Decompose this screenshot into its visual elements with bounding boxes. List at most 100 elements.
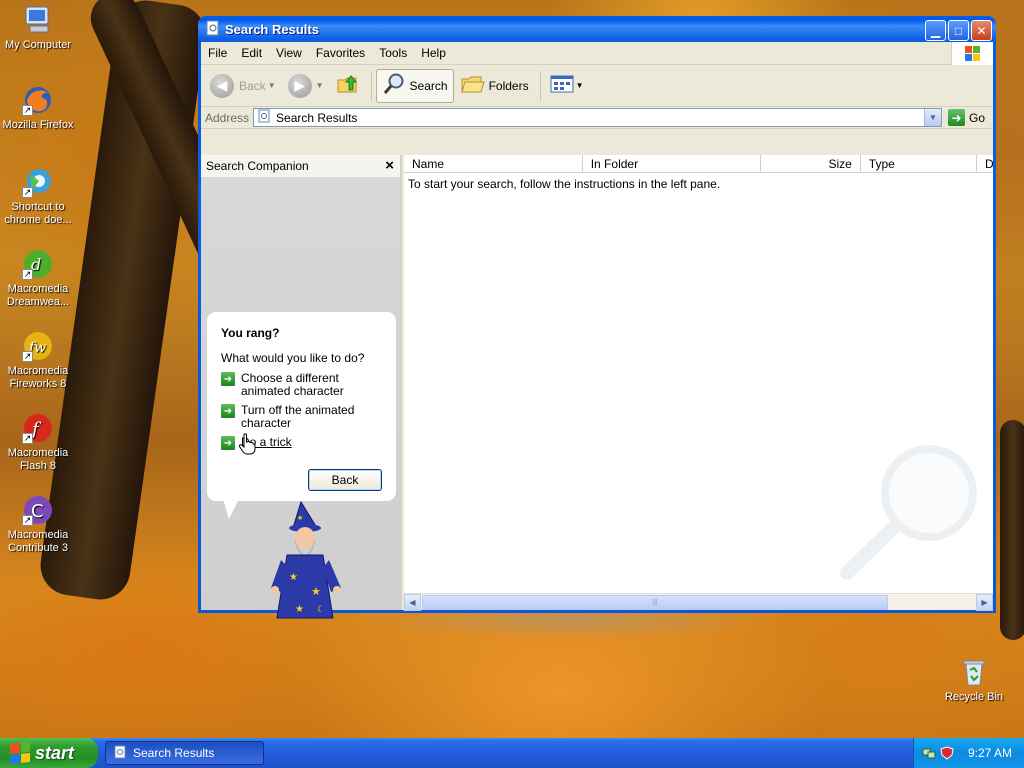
desktop-icon-label: Macromedia Fireworks 8 bbox=[7, 365, 69, 390]
balloon-back-button[interactable]: Back bbox=[308, 469, 382, 491]
chevron-down-icon[interactable]: ▼ bbox=[316, 81, 324, 90]
address-label: Address bbox=[205, 110, 250, 125]
desktop-icon-label: Macromedia Flash 8 bbox=[7, 447, 69, 472]
desktop-icon-chrome-shortcut[interactable]: ↗ Shortcut to chrome doe... bbox=[0, 166, 76, 227]
assistant-balloon: You rang? What would you like to do? ➜ C… bbox=[207, 312, 396, 519]
toolbar-separator bbox=[370, 70, 372, 101]
tree-trunk-right bbox=[1000, 420, 1024, 640]
shortcut-arrow-icon: ↗ bbox=[22, 187, 33, 198]
companion-title: Search Companion bbox=[206, 159, 309, 173]
menu-help[interactable]: Help bbox=[414, 46, 453, 60]
close-icon[interactable]: × bbox=[385, 157, 394, 174]
desktop-icon-flash[interactable]: f ↗ Macromedia Flash 8 bbox=[0, 412, 76, 473]
menu-file[interactable]: File bbox=[201, 46, 234, 60]
option-change-character[interactable]: ➜ Choose a different animated character bbox=[221, 372, 386, 398]
horizontal-scrollbar[interactable]: ◀ ||| ▶ bbox=[404, 593, 993, 611]
desktop-icon-recycle-bin[interactable]: Recycle Bin bbox=[936, 656, 1012, 704]
close-button[interactable]: ✕ bbox=[971, 20, 992, 41]
views-button[interactable]: ▼ bbox=[545, 69, 589, 103]
title-bar[interactable]: Search Results ▁ □ ✕ bbox=[201, 16, 993, 42]
search-icon bbox=[382, 72, 406, 99]
back-button[interactable]: ◀ Back ▼ bbox=[205, 69, 281, 103]
up-folder-button[interactable] bbox=[331, 69, 365, 103]
column-type[interactable]: Type bbox=[861, 155, 977, 173]
maximize-button[interactable]: □ bbox=[948, 20, 969, 41]
windows-flag-icon bbox=[10, 741, 30, 765]
taskbar-item-label: Search Results bbox=[133, 746, 215, 760]
column-in-folder[interactable]: In Folder bbox=[583, 155, 762, 173]
column-size[interactable]: Size bbox=[761, 155, 861, 173]
menu-tools[interactable]: Tools bbox=[372, 46, 414, 60]
folders-icon bbox=[460, 73, 485, 98]
address-value: Search Results bbox=[276, 110, 358, 125]
option-label[interactable]: Choose a different animated character bbox=[241, 372, 386, 398]
wizard-character[interactable]: ★ ★ ★ ☾ ★ bbox=[267, 500, 347, 625]
column-date[interactable]: D bbox=[977, 155, 993, 173]
desktop-icon-label: My Computer bbox=[4, 39, 72, 51]
scroll-thumb[interactable]: ||| bbox=[422, 595, 888, 610]
desktop-icon-label: Mozilla Firefox bbox=[2, 119, 74, 131]
content-area: Search Companion × You rang? What would … bbox=[201, 155, 993, 619]
folders-label: Folders bbox=[488, 78, 529, 93]
column-headers: Name In Folder Size Type D bbox=[404, 155, 993, 173]
magnifier-watermark-icon bbox=[837, 438, 987, 588]
column-name[interactable]: Name bbox=[404, 155, 583, 173]
chevron-down-icon[interactable]: ▼ bbox=[923, 109, 941, 126]
taskbar: start Search Results 9:27 AM bbox=[0, 738, 1024, 768]
firefox-icon: ↗ bbox=[22, 84, 54, 116]
shortcut-arrow-icon: ↗ bbox=[22, 351, 33, 362]
flash-icon: f ↗ bbox=[22, 412, 54, 444]
window-client: File Edit View Favorites Tools Help ◀ Ba… bbox=[201, 42, 993, 619]
scroll-right-icon[interactable]: ▶ bbox=[976, 594, 993, 611]
menu-favorites[interactable]: Favorites bbox=[309, 46, 372, 60]
desktop-icon-my-computer[interactable]: My Computer bbox=[0, 4, 76, 52]
recycle-bin-icon bbox=[958, 656, 990, 688]
minimize-button[interactable]: ▁ bbox=[925, 20, 946, 41]
chevron-down-icon[interactable]: ▼ bbox=[576, 81, 584, 90]
option-label[interactable]: Turn off the animated character bbox=[241, 404, 386, 430]
menu-edit[interactable]: Edit bbox=[234, 46, 269, 60]
desktop-icon-dreamweaver[interactable]: d ↗ Macromedia Dreamwea... bbox=[0, 248, 76, 309]
fireworks-icon: fw ↗ bbox=[22, 330, 54, 362]
svg-text:★: ★ bbox=[295, 604, 304, 615]
forward-arrow-icon: ▶ bbox=[287, 73, 312, 98]
desktop-icon-contribute[interactable]: C ↗ Macromedia Contribute 3 bbox=[0, 494, 76, 555]
scroll-left-icon[interactable]: ◀ bbox=[404, 594, 421, 611]
shortcut-arrow-icon: ↗ bbox=[22, 105, 33, 116]
search-companion-pane: Search Companion × You rang? What would … bbox=[201, 155, 402, 619]
desktop-icon-label: Macromedia Dreamwea... bbox=[6, 283, 70, 308]
chrome-doc-icon: ↗ bbox=[22, 166, 54, 198]
go-button[interactable]: ➜ Go bbox=[942, 109, 993, 126]
svg-text:★: ★ bbox=[311, 586, 321, 598]
computer-icon bbox=[22, 4, 54, 36]
results-pane: Name In Folder Size Type D To start your… bbox=[404, 155, 993, 611]
shortcut-arrow-icon: ↗ bbox=[22, 433, 33, 444]
svg-text:★: ★ bbox=[289, 572, 298, 583]
address-input[interactable]: Search Results ▼ bbox=[253, 108, 942, 127]
search-button[interactable]: Search bbox=[375, 68, 454, 103]
menu-view[interactable]: View bbox=[269, 46, 309, 60]
desktop-icon-firefox[interactable]: ↗ Mozilla Firefox bbox=[0, 84, 76, 132]
taskbar-item-search-results[interactable]: Search Results bbox=[105, 741, 264, 765]
network-icon[interactable] bbox=[922, 746, 936, 760]
balloon-heading: You rang? bbox=[221, 326, 280, 340]
back-label: Back bbox=[239, 78, 266, 93]
dreamweaver-icon: d ↗ bbox=[22, 248, 54, 280]
shortcut-arrow-icon: ↗ bbox=[22, 515, 33, 526]
desktop-icon-fireworks[interactable]: fw ↗ Macromedia Fireworks 8 bbox=[0, 330, 76, 391]
balloon-question: What would you like to do? bbox=[221, 351, 365, 365]
arrow-right-icon: ➜ bbox=[221, 372, 235, 386]
option-turn-off-character[interactable]: ➜ Turn off the animated character bbox=[221, 404, 386, 430]
start-button[interactable]: start bbox=[0, 738, 98, 768]
system-tray: 9:27 AM bbox=[913, 738, 1024, 768]
arrow-right-icon: ➜ bbox=[221, 404, 235, 418]
desktop-icon-label: Macromedia Contribute 3 bbox=[7, 529, 69, 554]
clock[interactable]: 9:27 AM bbox=[968, 746, 1012, 760]
windows-logo-icon bbox=[951, 42, 993, 65]
option-do-trick[interactable]: ➜ Do a trick bbox=[221, 433, 386, 455]
chevron-down-icon[interactable]: ▼ bbox=[268, 81, 276, 90]
forward-button[interactable]: ▶ ▼ bbox=[283, 69, 329, 103]
security-shield-icon[interactable] bbox=[940, 746, 954, 760]
go-arrow-icon: ➜ bbox=[947, 109, 965, 126]
folders-button[interactable]: Folders bbox=[456, 69, 534, 103]
